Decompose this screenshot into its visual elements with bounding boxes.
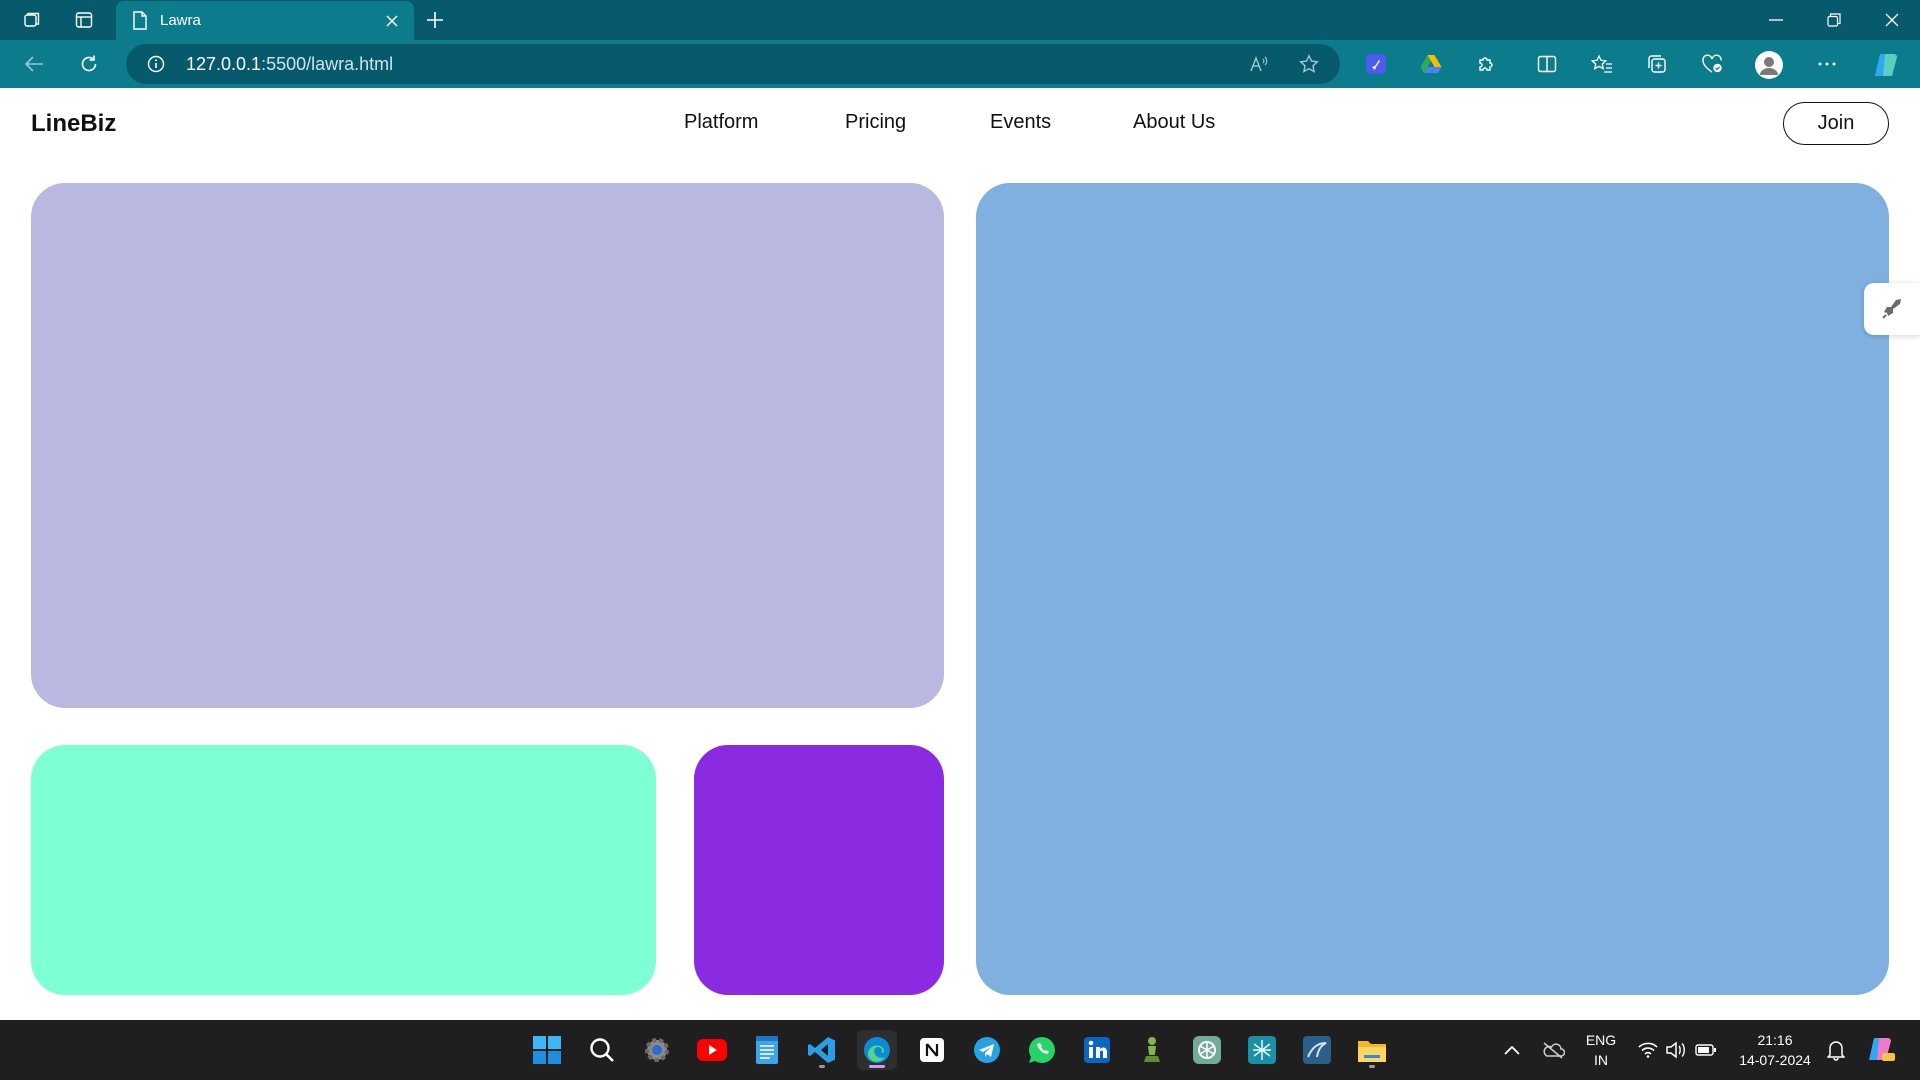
- feature-card-blue: [976, 183, 1889, 995]
- taskbar: ENG IN 21:16 14-07-2024: [0, 1020, 1920, 1080]
- battery-icon[interactable]: [1694, 1038, 1718, 1062]
- more-options-icon[interactable]: [1815, 52, 1839, 76]
- read-aloud-icon[interactable]: [1248, 53, 1270, 75]
- copilot-pro-icon[interactable]: [1864, 1034, 1898, 1066]
- nav-platform[interactable]: Platform: [684, 111, 758, 134]
- volume-icon[interactable]: [1664, 1038, 1688, 1062]
- vscode-icon[interactable]: [802, 1030, 842, 1070]
- google-drive-icon[interactable]: [1419, 52, 1443, 76]
- url-text[interactable]: 127.0.0.1:5500/lawra.html: [186, 54, 393, 75]
- youtube-icon[interactable]: [692, 1030, 732, 1070]
- clock-time: 21:16: [1757, 1032, 1793, 1048]
- region-code: IN: [1594, 1052, 1608, 1068]
- nav-pricing[interactable]: Pricing: [845, 111, 906, 134]
- copilot-icon[interactable]: [1871, 50, 1901, 80]
- vertical-tabs-icon[interactable]: [72, 8, 96, 32]
- refresh-icon[interactable]: [77, 52, 101, 76]
- url-host: 127.0.0.1: [186, 54, 262, 74]
- feature-card-mint: [31, 745, 656, 995]
- profile-avatar[interactable]: [1754, 50, 1784, 80]
- site-info-icon[interactable]: [146, 54, 166, 74]
- extensions-puzzle-icon[interactable]: [1474, 52, 1498, 76]
- extension-rocket-icon[interactable]: [1364, 52, 1388, 76]
- floating-rocket-button[interactable]: [1864, 283, 1920, 335]
- url-path: :5500/lawra.html: [261, 54, 394, 74]
- browser-essentials-icon[interactable]: [1700, 52, 1724, 76]
- telegram-icon[interactable]: [967, 1030, 1007, 1070]
- feature-card-lavender: [31, 183, 944, 708]
- nav-events[interactable]: Events: [990, 111, 1051, 134]
- active-indicator: [869, 1065, 885, 1068]
- clock-date: 14-07-2024: [1739, 1052, 1811, 1068]
- notion-icon[interactable]: [912, 1030, 952, 1070]
- chess-icon[interactable]: [1132, 1030, 1172, 1070]
- join-button[interactable]: Join: [1783, 102, 1889, 145]
- tab-lawra[interactable]: Lawra: [116, 1, 414, 40]
- chatgpt-icon[interactable]: [1187, 1030, 1227, 1070]
- file-explorer-icon[interactable]: [1352, 1030, 1392, 1070]
- running-indicator: [1369, 1065, 1375, 1068]
- tab-title: Lawra: [160, 12, 201, 29]
- language-indicator[interactable]: ENG IN: [1578, 1030, 1624, 1070]
- browser-tab-strip: Lawra: [0, 0, 1920, 40]
- mysql-workbench-icon[interactable]: [1297, 1030, 1337, 1070]
- back-icon[interactable]: [22, 52, 46, 76]
- workspaces-icon[interactable]: [20, 8, 44, 32]
- close-window-icon[interactable]: [1880, 8, 1904, 32]
- browser-toolbar: 127.0.0.1:5500/lawra.html: [0, 40, 1920, 88]
- app-network-icon[interactable]: [1242, 1030, 1282, 1070]
- search-icon[interactable]: [582, 1030, 622, 1070]
- new-tab-icon[interactable]: [423, 8, 447, 32]
- linkedin-icon[interactable]: [1077, 1030, 1117, 1070]
- show-hidden-icons-chevron-icon[interactable]: [1502, 1038, 1522, 1062]
- language-code: ENG: [1585, 1032, 1617, 1048]
- windows-start-icon[interactable]: [527, 1030, 567, 1070]
- feature-card-purple: [694, 745, 944, 995]
- page-icon: [130, 10, 150, 30]
- close-tab-icon[interactable]: [382, 11, 402, 31]
- minimize-icon[interactable]: [1764, 8, 1788, 32]
- site-logo[interactable]: LineBiz: [31, 110, 116, 138]
- running-indicator: [819, 1065, 825, 1068]
- split-screen-icon[interactable]: [1535, 52, 1559, 76]
- wifi-icon[interactable]: [1636, 1038, 1660, 1062]
- notification-bell-icon[interactable]: [1824, 1037, 1848, 1063]
- rocket-icon: [1882, 299, 1901, 319]
- whatsapp-icon[interactable]: [1022, 1030, 1062, 1070]
- onedrive-offline-icon[interactable]: [1540, 1038, 1566, 1062]
- favorite-star-icon[interactable]: [1298, 53, 1320, 75]
- nav-about-us[interactable]: About Us: [1133, 111, 1215, 134]
- notepad-icon[interactable]: [747, 1030, 787, 1070]
- collections-icon[interactable]: [1645, 52, 1669, 76]
- page-viewport: LineBiz Platform Pricing Events About Us…: [0, 88, 1920, 1020]
- edge-icon[interactable]: [857, 1030, 897, 1070]
- clock[interactable]: 21:16 14-07-2024: [1730, 1030, 1820, 1070]
- settings-gear-icon[interactable]: [637, 1030, 677, 1070]
- restore-icon[interactable]: [1822, 8, 1846, 32]
- address-bar[interactable]: 127.0.0.1:5500/lawra.html: [126, 44, 1340, 84]
- favorites-icon[interactable]: [1590, 52, 1614, 76]
